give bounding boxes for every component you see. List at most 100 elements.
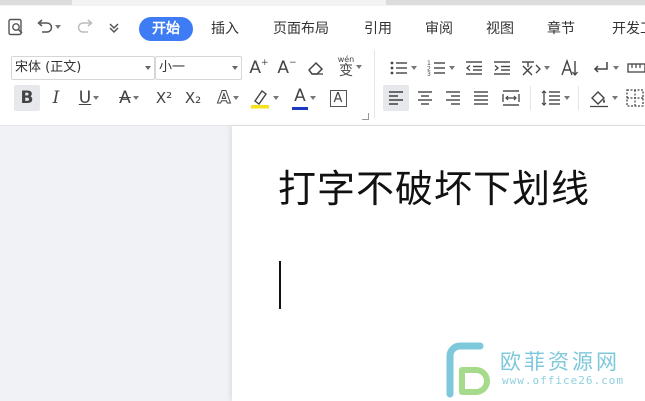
tab-home[interactable]: 开始 xyxy=(139,17,193,41)
distribute-icon xyxy=(502,90,520,106)
chinese-layout-button[interactable] xyxy=(518,55,552,81)
align-right-button[interactable] xyxy=(441,85,465,111)
indent-icon xyxy=(494,61,510,75)
chevron-down-icon[interactable] xyxy=(93,96,100,100)
chevron-down-icon[interactable] xyxy=(449,66,455,70)
watermark-name: 欧菲资源网 xyxy=(500,350,620,374)
customize-icon[interactable] xyxy=(104,15,124,39)
chevron-down-icon[interactable] xyxy=(310,96,316,100)
increase-font-button[interactable]: A + xyxy=(248,55,270,81)
strikethrough-button[interactable]: A xyxy=(112,85,146,111)
chevron-down-icon[interactable] xyxy=(232,96,239,100)
character-border-button[interactable]: A xyxy=(327,85,349,111)
svg-text:3: 3 xyxy=(427,71,431,77)
tab-stops-button[interactable] xyxy=(626,55,645,81)
ribbon-divider xyxy=(374,50,375,118)
text-effect-icon: A xyxy=(217,88,231,109)
font-dialog-launcher-icon[interactable] xyxy=(362,113,369,120)
chevron-down-icon xyxy=(232,66,238,70)
font-family-select[interactable]: 宋体 (正文) xyxy=(11,56,155,80)
distributed-button[interactable] xyxy=(497,85,525,111)
phonetic-icon: wén 变 xyxy=(338,56,355,79)
sort-icon xyxy=(561,58,578,77)
print-preview-icon[interactable] xyxy=(6,15,26,39)
decrease-font-icon: A xyxy=(277,58,290,78)
underline-icon: U xyxy=(78,88,92,108)
align-center-button[interactable] xyxy=(413,85,437,111)
redo-icon[interactable] xyxy=(74,15,96,39)
shading-button[interactable] xyxy=(585,85,621,111)
font-color-letter: A xyxy=(294,86,306,106)
paragraph-mark-icon xyxy=(593,62,608,73)
eraser-icon xyxy=(308,61,324,75)
navigation-pane xyxy=(0,126,232,401)
subscript-icon: X₂ xyxy=(184,89,202,107)
watermark: 欧菲资源网 www.office26.com xyxy=(440,342,645,401)
increase-indent-button[interactable] xyxy=(490,55,514,81)
bullets-button[interactable] xyxy=(386,55,420,81)
decrease-font-button[interactable]: A − xyxy=(276,55,298,81)
underline-button[interactable]: U xyxy=(72,85,106,111)
line-spacing-button[interactable] xyxy=(537,85,573,111)
chevron-down-icon[interactable] xyxy=(273,96,279,100)
tab-view[interactable]: 视图 xyxy=(486,17,514,41)
chevron-down-icon[interactable] xyxy=(544,66,550,70)
superscript-button[interactable]: X² xyxy=(151,85,177,111)
minus-icon: − xyxy=(289,58,297,68)
ruler-icon xyxy=(626,63,645,73)
clear-format-button[interactable] xyxy=(304,55,328,81)
tab-references[interactable]: 引用 xyxy=(364,17,392,41)
tab-review[interactable]: 审阅 xyxy=(425,17,453,41)
outdent-icon xyxy=(465,61,482,75)
numbered-list-icon: 123 xyxy=(427,60,445,77)
numbering-button[interactable]: 123 xyxy=(424,55,458,81)
chevron-down-icon[interactable] xyxy=(411,66,417,70)
text-effect-button[interactable]: A xyxy=(211,85,245,111)
align-left-button[interactable] xyxy=(383,85,409,111)
align-right-icon xyxy=(446,91,460,105)
sort-button[interactable] xyxy=(558,55,582,81)
borders-button[interactable] xyxy=(624,85,645,111)
justify-button[interactable] xyxy=(469,85,493,111)
font-color-icon: A xyxy=(292,86,308,110)
subscript-button[interactable]: X₂ xyxy=(180,85,206,111)
italic-button[interactable]: I xyxy=(45,85,67,111)
highlight-button[interactable] xyxy=(248,85,280,111)
font-family-value: 宋体 (正文) xyxy=(15,60,82,75)
menu-bar: 开始 插入 页面布局 引用 审阅 视图 章节 开发工 xyxy=(0,6,645,46)
chevron-down-icon[interactable] xyxy=(612,96,618,100)
watermark-url: www.office26.com xyxy=(502,374,624,387)
phonetic-guide-button[interactable]: wén 变 xyxy=(332,54,368,80)
undo-icon[interactable] xyxy=(34,15,62,39)
chevron-down-icon[interactable] xyxy=(356,65,363,69)
tab-insert[interactable]: 插入 xyxy=(211,17,239,41)
tab-chapter[interactable]: 章节 xyxy=(547,17,575,41)
tab-developer[interactable]: 开发工 xyxy=(612,17,645,41)
justify-icon xyxy=(474,91,488,105)
chevron-down-icon[interactable] xyxy=(613,66,619,70)
italic-icon: I xyxy=(52,88,60,108)
phonetic-char: 变 xyxy=(338,63,353,79)
align-center-icon xyxy=(418,91,432,105)
superscript-icon: X² xyxy=(155,89,173,107)
window-tab-left xyxy=(0,0,72,5)
line-spacing-icon xyxy=(541,90,560,106)
show-marks-button[interactable] xyxy=(588,55,622,81)
text-cursor xyxy=(279,261,281,309)
highlighter-icon xyxy=(251,90,269,109)
tab-page-layout[interactable]: 页面布局 xyxy=(273,17,329,41)
font-color-button[interactable]: A xyxy=(288,85,320,111)
bold-icon: B xyxy=(20,88,34,108)
chevron-down-icon[interactable] xyxy=(564,96,570,100)
chevron-down-icon[interactable] xyxy=(132,96,139,100)
decrease-indent-button[interactable] xyxy=(462,55,486,81)
undo-dropdown-icon[interactable] xyxy=(55,25,61,29)
increase-font-icon: A xyxy=(249,58,262,78)
bold-button[interactable]: B xyxy=(14,85,40,111)
border-grid-icon xyxy=(625,89,644,107)
paint-bucket-icon xyxy=(590,91,608,108)
document-heading: 打字不破坏下划线 xyxy=(278,167,591,211)
align-left-icon xyxy=(389,91,403,105)
plus-icon: + xyxy=(261,58,269,68)
font-size-select[interactable]: 小一 xyxy=(155,56,242,80)
